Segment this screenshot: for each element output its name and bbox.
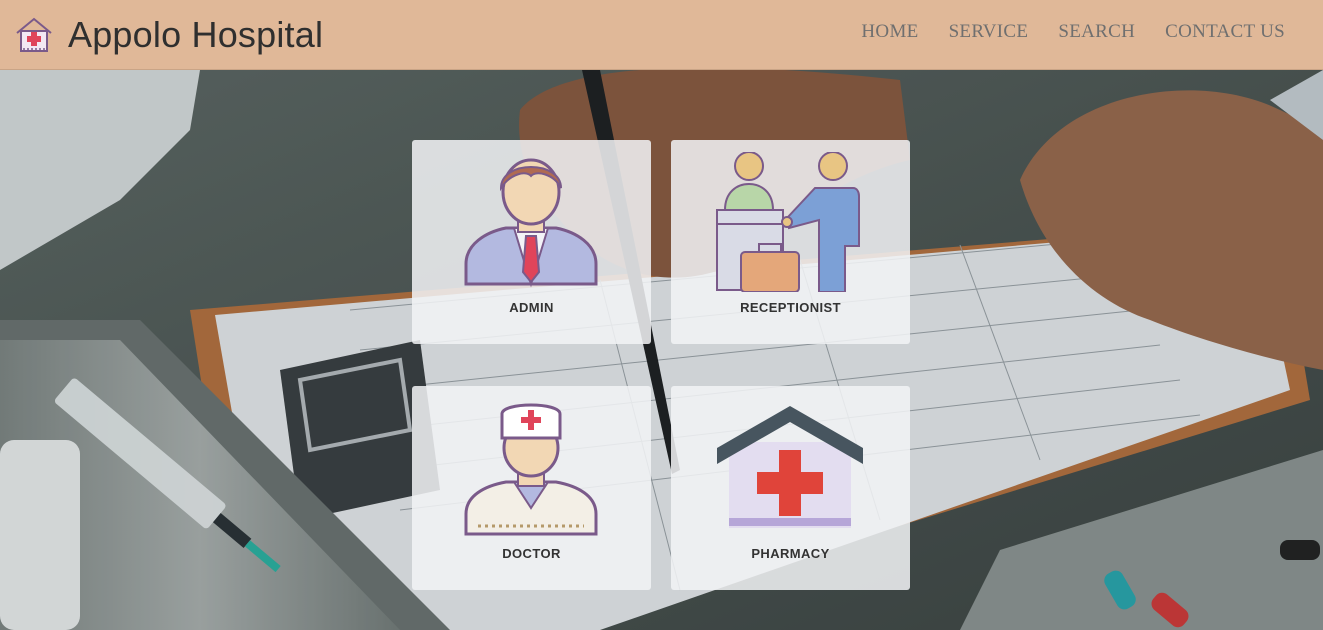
pharmacy-card[interactable]: PHARMACY	[671, 386, 910, 590]
receptionist-label: RECEPTIONIST	[740, 300, 841, 315]
nav-menu: HOME SERVICE SEARCH CONTACT US	[831, 0, 1285, 70]
nav-search[interactable]: SEARCH	[1058, 21, 1135, 43]
doctor-card[interactable]: DOCTOR	[412, 386, 651, 590]
nav-service[interactable]: SERVICE	[949, 21, 1029, 43]
top-navbar: Appolo Hospital HOME SERVICE SEARCH CONT…	[0, 0, 1323, 70]
receptionist-card[interactable]: RECEPTIONIST	[671, 140, 910, 344]
doctor-icon	[464, 403, 598, 536]
doctor-label: DOCTOR	[502, 546, 561, 561]
admin-businessman-icon	[464, 158, 598, 288]
brand-link[interactable]: Appolo Hospital	[14, 14, 323, 56]
pharmacy-label: PHARMACY	[751, 546, 830, 561]
hero-section: ADMIN RECEPTIONIST DOCTOR PHARMACY	[0, 70, 1323, 630]
nav-contact-us[interactable]: CONTACT US	[1165, 21, 1285, 43]
admin-label: ADMIN	[509, 300, 554, 315]
receptionist-desk-icon	[716, 152, 860, 292]
brand-name: Appolo Hospital	[68, 13, 324, 55]
hospital-house-icon	[16, 17, 52, 52]
nav-home[interactable]: HOME	[861, 21, 918, 43]
admin-card[interactable]: ADMIN	[412, 140, 651, 344]
pharmacy-building-icon	[717, 406, 863, 528]
background-photo	[0, 70, 1323, 630]
